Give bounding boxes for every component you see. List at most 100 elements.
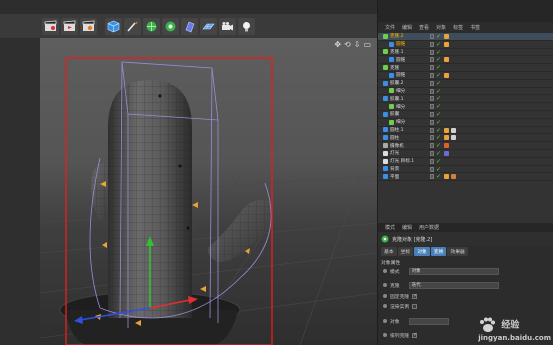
object-tag-icon[interactable] (444, 127, 449, 133)
visibility-toggle[interactable] (430, 127, 434, 133)
visibility-toggle[interactable] (430, 41, 434, 47)
object-tag-icon[interactable] (451, 135, 456, 141)
film-play-icon[interactable] (61, 17, 78, 35)
sort-dot[interactable] (383, 333, 387, 337)
object-row[interactable]: 克隆.2 ✓ (378, 33, 553, 41)
enable-check-icon[interactable]: ✓ (436, 33, 441, 40)
floor-grid-icon[interactable] (200, 17, 217, 35)
deformer-icon[interactable] (181, 17, 198, 35)
visibility-toggle[interactable] (430, 96, 434, 102)
clone-dot[interactable] (383, 283, 387, 287)
object-row[interactable]: 圆锥 ✓ (378, 72, 553, 80)
object-name[interactable]: 灯光.目标.1 (390, 158, 427, 164)
object-name[interactable]: 圆锥 (396, 41, 433, 47)
object-row[interactable]: 摄像机 ✓ (378, 142, 553, 150)
attr-menu-edit[interactable]: 编辑 (402, 224, 412, 231)
rotate-view-icon[interactable]: ⟲ (344, 40, 351, 49)
object-name[interactable]: 克隆 (390, 65, 427, 71)
enable-check-icon[interactable]: ✓ (436, 95, 441, 102)
object-tag-icon[interactable] (444, 72, 449, 78)
atom-array-icon[interactable] (162, 17, 179, 35)
visibility-toggle[interactable] (430, 158, 434, 164)
object-tag-icon[interactable] (444, 135, 449, 141)
fixed-clone-dot[interactable] (383, 294, 387, 298)
3d-viewport[interactable]: ✥ ⟲ ⇩ ▭ (40, 38, 377, 345)
enable-check-icon[interactable]: ✓ (436, 72, 441, 79)
subdivide-icon[interactable] (143, 17, 160, 35)
enable-check-icon[interactable]: ✓ (436, 173, 441, 180)
object-name[interactable]: 圆柱.1 (390, 127, 427, 133)
enable-check-icon[interactable]: ✓ (436, 142, 441, 149)
object-name[interactable]: 胶囊.1 (390, 96, 427, 102)
object-row[interactable]: 平面 ✓ (378, 173, 553, 182)
object-tag-icon[interactable] (451, 174, 456, 180)
fixed-clone-checkbox[interactable]: ✓ (412, 293, 417, 299)
visibility-toggle[interactable] (430, 88, 434, 94)
attr-menu-userdata[interactable]: 用户数据 (419, 224, 439, 231)
visibility-toggle[interactable] (430, 65, 434, 71)
enable-check-icon[interactable]: ✓ (436, 119, 441, 126)
object-tag-icon[interactable] (444, 57, 449, 63)
object-row[interactable]: 胶囊.2 ✓ (378, 80, 553, 88)
enable-check-icon[interactable]: ✓ (436, 88, 441, 95)
visibility-toggle[interactable] (430, 34, 434, 39)
sort-checkbox[interactable]: ✓ (412, 332, 417, 338)
object-name[interactable]: 背景 (390, 166, 427, 172)
visibility-toggle[interactable] (430, 57, 434, 63)
object-tag-icon[interactable] (444, 150, 449, 156)
object-name[interactable]: 细分 (396, 104, 433, 110)
brush-icon[interactable] (124, 17, 141, 35)
object-tag-icon[interactable] (451, 127, 456, 133)
attr-menu-mode[interactable]: 模式 (385, 224, 395, 231)
object-name[interactable]: 细分 (396, 119, 433, 125)
object-tag-icon[interactable] (444, 143, 449, 149)
enable-check-icon[interactable]: ✓ (436, 41, 441, 48)
visibility-toggle[interactable] (430, 49, 434, 55)
menu-file[interactable]: 文件 (385, 24, 395, 31)
menu-bookmarks[interactable]: 书签 (470, 24, 480, 31)
enable-check-icon[interactable]: ✓ (436, 56, 441, 63)
object-row[interactable]: 胶囊.1 ✓ (378, 95, 553, 104)
zoom-view-icon[interactable]: ⇩ (354, 40, 361, 49)
object-name[interactable]: 细分 (396, 88, 433, 94)
object-name[interactable]: 圆锥 (396, 57, 433, 63)
object-link-field[interactable] (408, 317, 449, 325)
enable-check-icon[interactable]: ✓ (436, 134, 441, 141)
visibility-toggle[interactable] (430, 80, 434, 86)
visibility-toggle[interactable] (430, 166, 434, 172)
enable-check-icon[interactable]: ✓ (436, 80, 441, 87)
enable-check-icon[interactable]: ✓ (436, 103, 441, 110)
enable-check-icon[interactable]: ✓ (436, 166, 441, 173)
visibility-toggle[interactable] (430, 119, 434, 125)
viewport-nav-icons[interactable]: ✥ ⟲ ⇩ ▭ (334, 40, 371, 49)
object-row[interactable]: 圆柱 ✓ (378, 134, 553, 143)
menu-tags[interactable]: 标签 (453, 24, 463, 31)
object-row[interactable]: 克隆 ✓ (378, 64, 553, 72)
visibility-toggle[interactable] (430, 111, 434, 117)
enable-check-icon[interactable]: ✓ (436, 64, 441, 71)
visibility-toggle[interactable] (430, 135, 434, 141)
object-row[interactable]: 克隆.1 ✓ (378, 49, 553, 57)
clone-dropdown[interactable]: 迭代 (408, 281, 499, 289)
object-name[interactable]: 克隆.2 (390, 33, 427, 39)
enable-check-icon[interactable]: ✓ (436, 49, 441, 56)
object-row[interactable]: 圆柱.1 ✓ (378, 127, 553, 135)
object-name[interactable]: 胶囊.2 (390, 80, 427, 86)
maximize-view-icon[interactable]: ▭ (363, 40, 371, 49)
film-settings-icon[interactable] (80, 17, 97, 35)
object-name[interactable]: 圆锥 (396, 72, 433, 78)
object-row[interactable]: 细分 ✓ (378, 119, 553, 127)
object-row[interactable]: 背景 ✓ (378, 166, 553, 174)
attr-tab[interactable]: 坐标 (397, 246, 414, 256)
move-view-icon[interactable]: ✥ (334, 40, 341, 49)
menu-view[interactable]: 查看 (419, 24, 429, 31)
enable-check-icon[interactable]: ✓ (436, 111, 441, 118)
object-row[interactable]: 灯光.目标.1 ✓ (378, 158, 553, 166)
object-name[interactable]: 胶囊 (390, 111, 427, 117)
object-name[interactable]: 圆柱 (390, 135, 427, 141)
attr-tab[interactable]: 变换 (430, 246, 447, 256)
render-instance-checkbox[interactable] (412, 303, 418, 309)
light-bulb-icon[interactable] (238, 17, 255, 35)
attr-tab[interactable]: 效果器 (447, 246, 468, 256)
object-row[interactable]: 灯光 ✓ (378, 150, 553, 158)
